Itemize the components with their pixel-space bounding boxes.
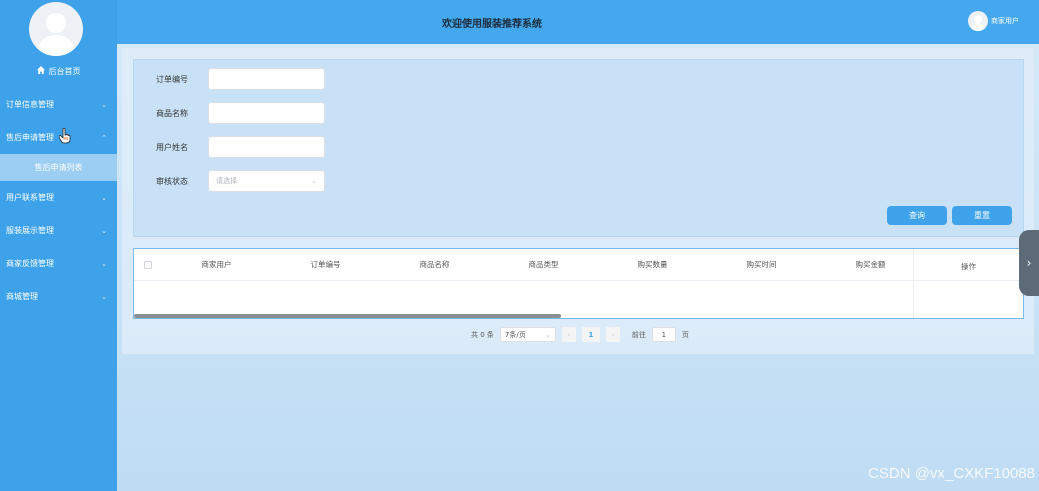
product-name-row: 商品名称 bbox=[156, 102, 325, 124]
search-form: 订单编号 商品名称 用户姓名 审核状态 请选择 ⌄ 查询 重置 bbox=[133, 59, 1024, 237]
chevron-right-icon: › bbox=[611, 330, 615, 339]
sidebar-item-label: 用户联系管理 bbox=[6, 193, 54, 202]
top-header: 欢迎使用服装推荐系统 商家用户 bbox=[117, 0, 1039, 44]
column-header-product-type[interactable]: 商品类型 bbox=[489, 259, 598, 270]
page-size-value: 7条/页 bbox=[504, 330, 526, 339]
user-name-row: 用户姓名 bbox=[156, 136, 325, 158]
page-size-select[interactable]: 7条/页 ⌄ bbox=[499, 327, 556, 342]
sidebar: 后台首页 订单信息管理 ⌄ 售后申请管理 ⌃ 售后申请列表 用户联系管理 ⌄ 服… bbox=[0, 0, 117, 491]
hand-cursor-icon bbox=[59, 128, 71, 144]
chevron-down-icon: ⌄ bbox=[101, 292, 107, 301]
chevron-down-icon: ⌄ bbox=[101, 193, 107, 202]
pagination: 共 0 条 7条/页 ⌄ ‹ 1 › 前往 1 页 bbox=[471, 327, 689, 342]
order-no-label: 订单编号 bbox=[156, 74, 188, 84]
user-menu[interactable]: 商家用户 bbox=[968, 11, 1019, 31]
column-header-order-no[interactable]: 订单编号 bbox=[271, 259, 380, 270]
column-header-product-name[interactable]: 商品名称 bbox=[380, 259, 489, 270]
product-name-input[interactable] bbox=[208, 102, 325, 124]
sidebar-item-order-info[interactable]: 订单信息管理 ⌄ bbox=[0, 88, 117, 121]
column-header-amount[interactable]: 购买金额 bbox=[816, 259, 925, 270]
watermark: CSDN @vx_CXKF10088 bbox=[868, 465, 1035, 482]
chevron-down-icon: ⌄ bbox=[545, 330, 551, 339]
sidebar-item-label: 商城管理 bbox=[6, 292, 38, 301]
column-header-operation: 操作 bbox=[913, 249, 1023, 318]
sidebar-item-user-contact[interactable]: 用户联系管理 ⌄ bbox=[0, 181, 117, 214]
column-header-quantity[interactable]: 购买数量 bbox=[598, 259, 707, 270]
total-count: 共 0 条 bbox=[471, 330, 494, 339]
sidebar-item-label: 售后申请管理 bbox=[6, 133, 54, 142]
sidebar-menu: 订单信息管理 ⌄ 售后申请管理 ⌃ 售后申请列表 用户联系管理 ⌄ 服装展示管理… bbox=[0, 88, 117, 313]
review-status-placeholder: 请选择 bbox=[216, 177, 237, 185]
page-suffix: 页 bbox=[681, 330, 689, 339]
chevron-up-icon: ⌃ bbox=[101, 133, 107, 142]
chevron-down-icon: ⌄ bbox=[101, 100, 107, 109]
order-no-row: 订单编号 bbox=[156, 68, 325, 90]
user-name-label: 用户姓名 bbox=[156, 142, 188, 152]
current-page[interactable]: 1 bbox=[581, 327, 600, 342]
data-table: 商家用户 订单编号 商品名称 商品类型 购买数量 购买时间 购买金额 操作 bbox=[133, 248, 1024, 319]
user-name: 商家用户 bbox=[991, 17, 1019, 25]
sidebar-item-clothing-display[interactable]: 服装展示管理 ⌄ bbox=[0, 214, 117, 247]
sidebar-subitem-label: 售后申请列表 bbox=[34, 163, 83, 172]
avatar bbox=[968, 11, 988, 31]
goto-label: 前往 bbox=[631, 330, 646, 339]
select-all-checkbox[interactable] bbox=[144, 260, 152, 269]
user-name-input[interactable] bbox=[208, 136, 325, 158]
home-icon bbox=[36, 66, 45, 76]
chevron-down-icon: ⌄ bbox=[101, 259, 107, 268]
sidebar-home-label: 后台首页 bbox=[48, 66, 81, 76]
sidebar-subitem-after-sales-list[interactable]: 售后申请列表 bbox=[0, 154, 117, 181]
goto-page-input[interactable]: 1 bbox=[651, 327, 676, 342]
review-status-select[interactable]: 请选择 ⌄ bbox=[208, 170, 325, 192]
column-header-merchant-user[interactable]: 商家用户 bbox=[162, 259, 271, 270]
reset-button[interactable]: 重置 bbox=[952, 206, 1012, 225]
column-header-purchase-time[interactable]: 购买时间 bbox=[707, 259, 816, 270]
user-avatar-icon bbox=[971, 15, 985, 31]
product-name-label: 商品名称 bbox=[156, 108, 188, 118]
sidebar-item-label: 订单信息管理 bbox=[6, 100, 54, 109]
sidebar-item-mall[interactable]: 商城管理 ⌄ bbox=[0, 280, 117, 313]
chevron-down-icon: ⌄ bbox=[311, 177, 317, 185]
prev-page-button[interactable]: ‹ bbox=[561, 327, 576, 342]
chevron-down-icon: ⌄ bbox=[101, 226, 107, 235]
select-all-checkbox-cell bbox=[134, 260, 162, 269]
review-status-label: 审核状态 bbox=[156, 176, 188, 186]
chevron-right-icon: › bbox=[1026, 256, 1032, 270]
page-title: 欢迎使用服装推荐系统 bbox=[442, 18, 542, 30]
collapse-panel-tab[interactable]: › bbox=[1019, 230, 1039, 296]
horizontal-scrollbar[interactable] bbox=[134, 314, 561, 318]
review-status-row: 审核状态 请选择 ⌄ bbox=[156, 170, 325, 192]
avatar[interactable] bbox=[29, 2, 83, 56]
order-no-input[interactable] bbox=[208, 68, 325, 90]
sidebar-home-link[interactable]: 后台首页 bbox=[0, 64, 117, 78]
sidebar-item-label: 商家反馈管理 bbox=[6, 259, 54, 268]
sidebar-item-label: 服装展示管理 bbox=[6, 226, 54, 235]
sidebar-item-merchant-feedback[interactable]: 商家反馈管理 ⌄ bbox=[0, 247, 117, 280]
table-header: 商家用户 订单编号 商品名称 商品类型 购买数量 购买时间 购买金额 bbox=[134, 249, 1023, 281]
chevron-left-icon: ‹ bbox=[567, 330, 571, 339]
query-button[interactable]: 查询 bbox=[887, 206, 947, 225]
next-page-button[interactable]: › bbox=[605, 327, 620, 342]
user-avatar-icon bbox=[37, 13, 75, 56]
